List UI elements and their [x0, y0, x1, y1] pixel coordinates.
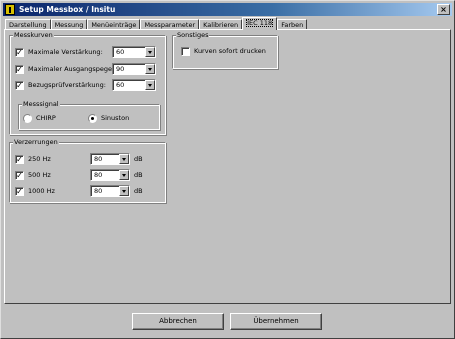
- sinuston-radio[interactable]: [88, 113, 97, 123]
- messkurven-title: Messkurven: [13, 31, 54, 40]
- hz500-select[interactable]: 80: [90, 169, 130, 181]
- window-title: Setup Messbox / Insitu: [19, 5, 116, 14]
- ref-gain-label: Bezugsprüfverstärkung:: [28, 81, 106, 89]
- verzerrungen-title: Verzerrungen: [13, 138, 59, 147]
- close-button[interactable]: ×: [437, 4, 450, 15]
- hz1000-row: ✓ 1000 Hz: [15, 185, 55, 197]
- hz500-checkbox[interactable]: ✓: [15, 170, 24, 180]
- title-bar[interactable]: Setup Messbox / Insitu ×: [3, 3, 452, 16]
- chevron-down-icon[interactable]: [145, 80, 155, 90]
- max-gain-checkbox[interactable]: ✓: [15, 47, 24, 57]
- apply-button[interactable]: Übernehmen: [230, 313, 322, 330]
- print-row[interactable]: Kurven sofort drucken: [181, 45, 266, 57]
- sinuston-option[interactable]: Sinuston: [88, 112, 129, 124]
- max-gain-select[interactable]: 60: [112, 46, 156, 58]
- ref-gain-checkbox[interactable]: ✓: [15, 80, 24, 90]
- chirp-option[interactable]: CHIRP: [23, 112, 56, 124]
- messkurven-group: Messkurven ✓ Maximale Verstärkung: 60 ✓ …: [9, 31, 166, 135]
- messsignal-title: Messsignal: [22, 100, 60, 109]
- max-gain-label: Maximale Verstärkung:: [28, 48, 103, 56]
- max-output-label: Maximaler Ausgangspegel:: [28, 65, 117, 73]
- hz1000-checkbox[interactable]: ✓: [15, 186, 24, 196]
- setup-dialog: Setup Messbox / Insitu × Darstellung Mes…: [0, 0, 455, 339]
- cancel-button[interactable]: Abbrechen: [132, 313, 224, 330]
- messsignal-group: Messsignal CHIRP Sinuston: [18, 100, 160, 130]
- print-checkbox[interactable]: [181, 46, 190, 56]
- hz250-unit: dB: [134, 155, 143, 163]
- hz250-checkbox[interactable]: ✓: [15, 154, 24, 164]
- tab-panel: Messkurven ✓ Maximale Verstärkung: 60 ✓ …: [4, 29, 451, 304]
- hz1000-label: 1000 Hz: [28, 187, 55, 195]
- chirp-label: CHIRP: [36, 114, 56, 122]
- hz500-row: ✓ 500 Hz: [15, 169, 51, 181]
- hz500-unit: dB: [134, 171, 143, 179]
- chevron-down-icon[interactable]: [145, 64, 155, 74]
- chevron-down-icon[interactable]: [119, 170, 129, 180]
- max-gain-row: ✓ Maximale Verstärkung:: [15, 46, 103, 58]
- hz1000-unit: dB: [134, 187, 143, 195]
- tab-iec118[interactable]: IEC 118: [242, 17, 278, 30]
- hz250-select[interactable]: 80: [90, 153, 130, 165]
- ref-gain-row: ✓ Bezugsprüfverstärkung:: [15, 79, 106, 91]
- chevron-down-icon[interactable]: [119, 154, 129, 164]
- hz250-label: 250 Hz: [28, 155, 51, 163]
- app-icon: [5, 4, 15, 15]
- hz1000-select[interactable]: 80: [90, 185, 130, 197]
- max-output-checkbox[interactable]: ✓: [15, 64, 24, 74]
- max-output-select[interactable]: 90: [112, 63, 156, 75]
- chevron-down-icon[interactable]: [119, 186, 129, 196]
- hz250-row: ✓ 250 Hz: [15, 153, 51, 165]
- ref-gain-select[interactable]: 60: [112, 79, 156, 91]
- sonstiges-group: Sonstiges Kurven sofort drucken: [172, 31, 278, 69]
- verzerrungen-group: Verzerrungen ✓ 250 Hz 80 dB ✓ 500 Hz 80 …: [9, 138, 166, 203]
- print-label: Kurven sofort drucken: [194, 47, 266, 55]
- max-output-row: ✓ Maximaler Ausgangspegel:: [15, 63, 116, 75]
- hz500-label: 500 Hz: [28, 171, 51, 179]
- sinuston-label: Sinuston: [101, 114, 130, 122]
- chirp-radio[interactable]: [23, 113, 32, 123]
- sonstiges-title: Sonstiges: [176, 31, 210, 40]
- chevron-down-icon[interactable]: [145, 47, 155, 57]
